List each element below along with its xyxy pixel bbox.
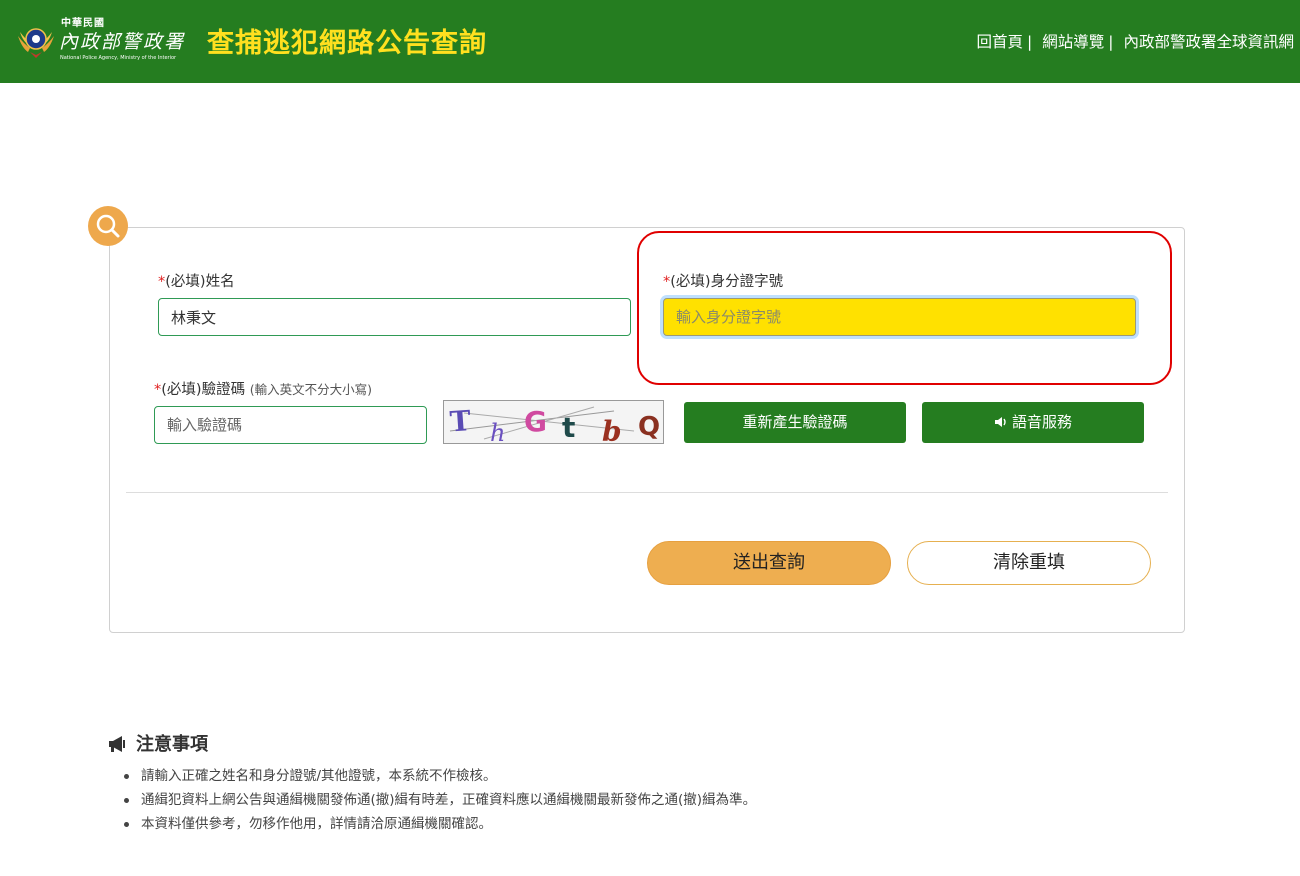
captcha-char: T <box>449 404 472 438</box>
captcha-label: *(必填)驗證碼 (輸入英文不分大小寫) <box>154 378 372 399</box>
site-header: 中華民國 內政部警政署 National Police Agency, Mini… <box>0 0 1300 83</box>
form-divider <box>126 492 1168 493</box>
regenerate-captcha-button[interactable]: 重新產生驗證碼 <box>684 402 906 443</box>
police-emblem-icon <box>18 28 54 58</box>
nav-link-npa-portal[interactable]: 內政部警政署全球資訊網 <box>1123 33 1294 51</box>
captcha-label-text: (必填)驗證碼 <box>161 382 246 398</box>
volume-icon <box>994 417 1006 427</box>
captcha-hint: (輸入英文不分大小寫) <box>249 382 372 397</box>
notes-item: 本資料僅供參考，勿移作他用，詳情請洽原通緝機關確認。 <box>124 812 756 836</box>
captcha-input[interactable] <box>154 406 427 444</box>
captcha-char: b <box>602 415 622 444</box>
captcha-char: Q <box>638 412 660 442</box>
nav-separator: | <box>1108 33 1114 51</box>
submit-query-button[interactable]: 送出查詢 <box>647 541 891 585</box>
notes-list: 請輸入正確之姓名和身分證號/其他證號，本系統不作檢核。 通緝犯資料上網公告與通緝… <box>124 764 756 836</box>
reset-form-button[interactable]: 清除重填 <box>907 541 1151 585</box>
captcha-char: t <box>562 411 575 444</box>
nav-link-sitemap[interactable]: 網站導覽 <box>1042 33 1104 51</box>
site-title: 查捕逃犯網路公告查詢 <box>207 28 487 59</box>
id-number-label-text: (必填)身分證字號 <box>670 274 784 290</box>
name-input[interactable] <box>158 298 631 336</box>
megaphone-icon <box>109 736 125 752</box>
id-number-label: *(必填)身分證字號 <box>663 270 783 291</box>
audio-button-label: 語音服務 <box>1011 413 1072 431</box>
notes-title-text: 注意事項 <box>136 734 208 755</box>
logo-agency-text: 內政部警政署 <box>59 31 186 53</box>
id-number-input[interactable] <box>663 298 1136 336</box>
notes-item: 通緝犯資料上網公告與通緝機關發佈通(撤)緝有時差，正確資料應以通緝機關最新發佈之… <box>124 788 756 812</box>
captcha-char: h <box>490 419 505 444</box>
logo-english-text: National Police Agency, Ministry of the … <box>60 55 177 61</box>
search-badge <box>88 206 128 246</box>
captcha-image: T h G t b Q <box>443 400 664 444</box>
nav-separator: | <box>1027 33 1033 51</box>
name-label: *(必填)姓名 <box>158 270 235 291</box>
name-label-text: (必填)姓名 <box>165 274 235 290</box>
notes-item: 請輸入正確之姓名和身分證號/其他證號，本系統不作檢核。 <box>124 764 756 788</box>
notes-heading: 注意事項 <box>108 730 208 756</box>
top-nav: 回首頁 | 網站導覽 | 內政部警政署全球資訊網 <box>976 30 1294 52</box>
audio-captcha-button[interactable]: 語音服務 <box>922 402 1144 443</box>
captcha-char: G <box>524 405 547 438</box>
agency-logo[interactable]: 中華民國 內政部警政署 National Police Agency, Mini… <box>14 12 190 68</box>
nav-link-home[interactable]: 回首頁 <box>976 33 1023 51</box>
search-icon <box>96 214 120 238</box>
